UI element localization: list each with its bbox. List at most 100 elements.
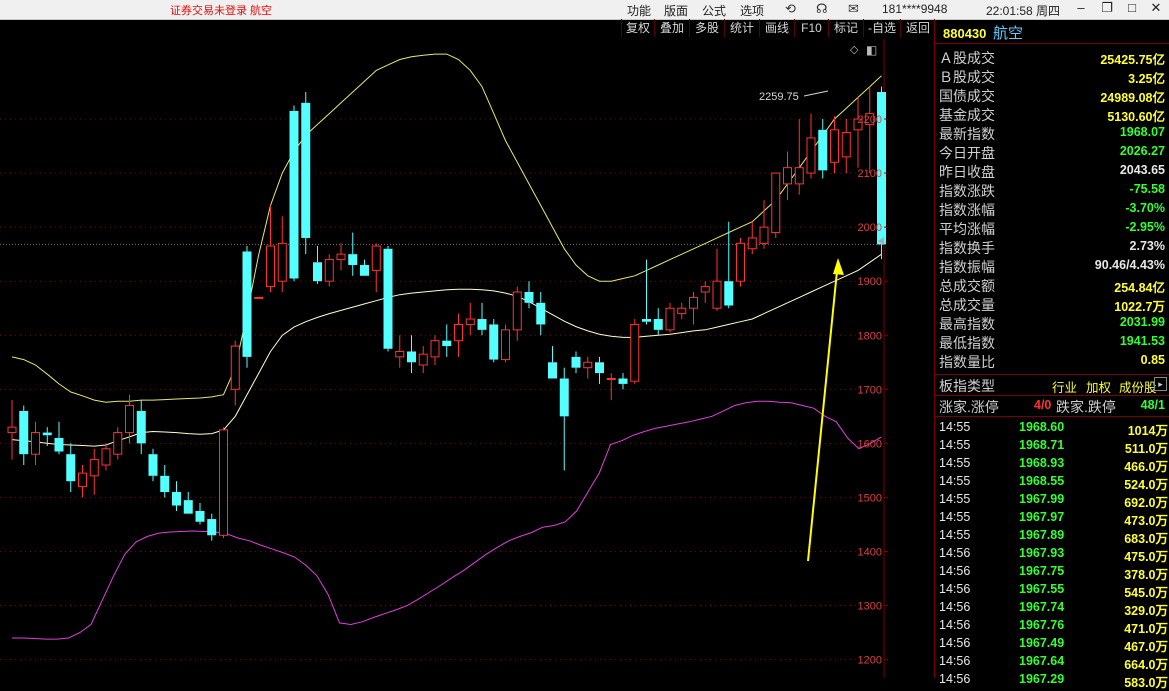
minimize-icon[interactable]: – (1070, 0, 1092, 15)
candle[interactable] (618, 373, 628, 390)
expand-icon[interactable]: ▸ (1154, 377, 1167, 391)
candle[interactable] (230, 340, 240, 406)
candle[interactable] (595, 356, 604, 384)
candle[interactable] (19, 405, 29, 465)
candle-body (242, 251, 252, 357)
candle[interactable] (783, 151, 792, 201)
candle[interactable] (336, 243, 346, 271)
candle[interactable] (195, 502, 205, 525)
login-notice[interactable]: 证券交易未登录 航空 (170, 2, 272, 18)
candle[interactable] (548, 346, 557, 379)
candle[interactable] (160, 465, 170, 498)
candle[interactable] (465, 302, 475, 336)
candle[interactable] (501, 324, 510, 363)
candle[interactable] (677, 302, 687, 320)
restore-icon[interactable]: ❐ (1096, 0, 1118, 16)
candle[interactable] (830, 116, 839, 174)
candle[interactable] (324, 254, 334, 287)
candle[interactable] (747, 221, 757, 255)
candle[interactable] (54, 421, 64, 455)
menu-formula[interactable]: 公式 (702, 2, 726, 19)
candle[interactable] (183, 492, 193, 514)
candle[interactable] (771, 172, 781, 238)
candle[interactable] (524, 281, 534, 309)
tag-components[interactable]: 成份股 (1119, 377, 1157, 396)
candle[interactable] (559, 367, 569, 471)
refresh-icon[interactable]: ⟲ (785, 1, 796, 17)
candle[interactable] (630, 319, 640, 384)
maximize-icon[interactable]: □ (1121, 0, 1143, 15)
tab-back[interactable]: 返回 (900, 19, 935, 37)
candle[interactable] (418, 346, 428, 374)
candle[interactable] (254, 296, 264, 299)
candle[interactable] (289, 105, 299, 282)
candle[interactable] (853, 97, 863, 168)
candle[interactable] (841, 119, 851, 174)
mail-icon[interactable]: ✉ (848, 1, 859, 17)
candle[interactable] (277, 216, 287, 293)
candle[interactable] (301, 91, 311, 255)
candle[interactable] (407, 335, 416, 374)
tab-watchlist[interactable]: -自选 (863, 19, 900, 37)
candle[interactable] (477, 302, 487, 336)
candle[interactable] (383, 246, 393, 352)
candle[interactable] (313, 246, 322, 284)
candle[interactable] (172, 481, 181, 511)
candle[interactable] (665, 302, 675, 333)
candle[interactable] (242, 246, 252, 368)
candle[interactable] (219, 427, 228, 538)
candle[interactable] (78, 465, 87, 498)
menu-layout[interactable]: 版面 (664, 2, 688, 19)
tab-rights-adjust[interactable]: 复权 (621, 19, 654, 37)
headset-icon[interactable]: ☊ (816, 1, 828, 17)
candle[interactable] (489, 319, 499, 363)
candle[interactable] (759, 200, 769, 249)
candle[interactable] (430, 335, 440, 365)
candle[interactable] (712, 248, 722, 311)
candle[interactable] (360, 259, 369, 276)
down-count-label: 跌家.跌停 (1056, 399, 1116, 415)
candle[interactable] (101, 443, 111, 471)
candle[interactable] (148, 448, 158, 482)
candle[interactable] (454, 313, 463, 357)
candle[interactable] (371, 243, 381, 293)
candle[interactable] (724, 221, 734, 309)
candle[interactable] (818, 119, 828, 179)
tag-weighted[interactable]: 加权 (1086, 377, 1111, 396)
candle[interactable] (865, 86, 875, 174)
candle[interactable] (583, 356, 593, 379)
candle[interactable] (136, 400, 146, 455)
candle[interactable] (66, 443, 76, 493)
candle[interactable] (571, 351, 581, 374)
tab-overlay[interactable]: 叠加 (654, 19, 689, 37)
candle[interactable] (806, 113, 816, 179)
candle[interactable] (31, 421, 40, 465)
kline-chart[interactable]: 2200 2100 2000 1900 1800 1700 1600 1500 1400 1300… (0, 39, 934, 678)
candle[interactable] (700, 281, 710, 303)
candle[interactable] (606, 373, 616, 401)
candle[interactable] (689, 292, 698, 325)
candle[interactable] (395, 335, 405, 368)
tab-mark[interactable]: 标记 (828, 19, 863, 37)
menu-options[interactable]: 选项 (740, 2, 764, 19)
candle[interactable] (653, 308, 663, 336)
candle[interactable] (536, 292, 546, 336)
candle[interactable] (113, 427, 123, 460)
candle[interactable] (794, 119, 804, 195)
tab-draw-line[interactable]: 画线 (759, 19, 794, 37)
tab-multi-stock[interactable]: 多股 (689, 19, 724, 37)
candle[interactable] (736, 237, 745, 287)
candle[interactable] (207, 513, 217, 541)
candle[interactable] (7, 400, 17, 460)
tab-statistics[interactable]: 统计 (724, 19, 759, 37)
tab-f10[interactable]: F10 (794, 19, 828, 37)
candle[interactable] (348, 232, 358, 276)
menu-function[interactable]: 功能 (627, 2, 651, 19)
candle[interactable] (89, 448, 99, 495)
candle[interactable] (442, 324, 452, 357)
user-account[interactable]: 181****9948 (882, 2, 947, 16)
candle-body (559, 378, 569, 417)
tag-industry[interactable]: 行业 (1052, 377, 1077, 396)
close-icon[interactable]: ✕ (1145, 0, 1167, 16)
candle[interactable] (512, 286, 522, 341)
